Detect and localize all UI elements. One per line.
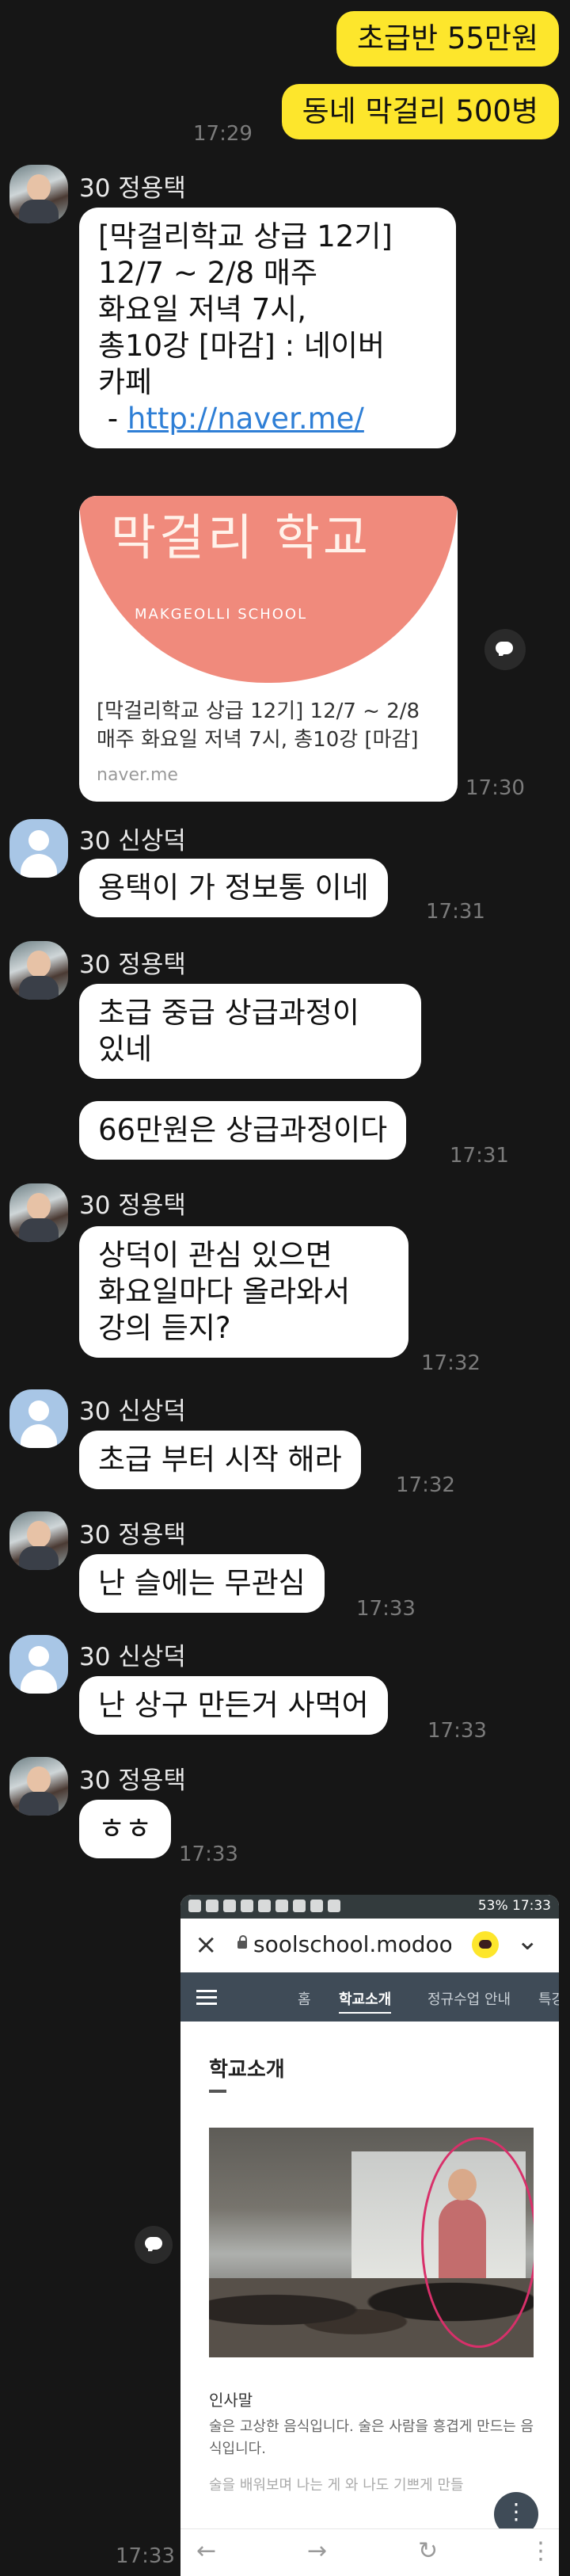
section-body: 술은 고상한 음식입니다. 술은 사람을 흥겹게 만드는 음식입니다. 술을 배…	[209, 2416, 542, 2497]
nav-item-special: 특강	[538, 1991, 559, 2008]
message-bubble[interactable]: 초급 중급 상급과정이 있네	[79, 984, 421, 1079]
phone-status-bar: 53% 17:33	[180, 1895, 559, 1919]
message-line: 총10강 [마감] : 네이버	[98, 329, 385, 363]
message-line: 강의 듣지?	[98, 1311, 231, 1345]
message-time: 17:30	[466, 776, 525, 800]
message-line: 화요일 저녁 7시,	[98, 292, 307, 326]
avatar[interactable]	[10, 1183, 68, 1242]
reload-icon: ↻	[418, 2537, 439, 2565]
card-image: 막걸리 학교 MAKGEOLLI SCHOOL	[79, 496, 458, 683]
sender-name: 30 정용택	[79, 174, 186, 203]
message-bubble[interactable]: ㅎㅎ	[79, 1800, 172, 1858]
message-bubble[interactable]: [막걸리학교 상급 12기] 12/7 ~ 2/8 매주 화요일 저녁 7시, …	[79, 208, 456, 448]
nav-item-classes: 정규수업 안내	[428, 1991, 511, 2008]
message-time: 17:33	[179, 1842, 238, 1866]
message-line: 초급 중급 상급과정이	[98, 996, 359, 1030]
card-domain: naver.me	[97, 765, 178, 785]
card-logo-en: MAKGEOLLI SCHOOL	[135, 606, 308, 623]
avatar[interactable]	[10, 819, 68, 878]
page-title: 학교소개	[209, 2058, 285, 2082]
body-text: 술은 고상한 음식입니다. 술은 사람을 흥겹게 만드는 음식입니다.	[209, 2418, 534, 2457]
sender-name: 30 정용택	[79, 1766, 186, 1795]
card-logo: 막걸리 학교	[111, 509, 371, 566]
more-icon: ⋮	[529, 2537, 553, 2565]
browser-url-bar: × soolschool.modoo.at ⌄	[180, 1919, 559, 1973]
avatar[interactable]	[10, 1635, 68, 1694]
site-nav: 홈 학교소개 정규수업 안내 특강	[180, 1972, 559, 2022]
kakao-icon	[472, 1931, 499, 1958]
message-time: 17:31	[450, 1144, 509, 1168]
nav-item-about: 학교소개	[339, 1988, 392, 2014]
share-icon[interactable]	[135, 2226, 173, 2264]
divider	[209, 2090, 226, 2093]
message-line: 카페	[98, 365, 153, 399]
message-time: 17:33	[428, 1719, 487, 1743]
lock-icon	[238, 1935, 247, 1949]
message-bubble[interactable]: 용택이 가 정보통 이네	[79, 859, 388, 917]
section-title: 인사말	[209, 2391, 253, 2410]
link-prefix: -	[98, 402, 127, 436]
nav-item-home: 홈	[298, 1991, 311, 2008]
avatar[interactable]	[10, 1511, 68, 1570]
message-bubble[interactable]: 상덕이 관심 있으면 화요일마다 올라와서 강의 듣지?	[79, 1226, 408, 1358]
message-time: 17:33	[116, 2544, 175, 2568]
avatar[interactable]	[10, 941, 68, 1000]
message-bubble[interactable]: 난 슬에는 무관심	[79, 1554, 325, 1613]
image-message[interactable]: 53% 17:33 × soolschool.modoo.at ⌄ 홈 학교소개…	[180, 1895, 559, 2576]
sender-name: 30 신상덕	[79, 1397, 186, 1426]
message-line: 상덕이 관심 있으면	[98, 1238, 332, 1272]
outgoing-bubble[interactable]: 초급반 55만원	[336, 11, 559, 67]
sender-name: 30 정용택	[79, 1191, 186, 1220]
message-time: 17:29	[193, 122, 253, 146]
message-line: 12/7 ~ 2/8 매주	[98, 256, 317, 290]
back-icon: ←	[196, 2537, 217, 2565]
avatar[interactable]	[10, 165, 68, 223]
forward-icon: →	[307, 2537, 328, 2565]
message-time: 17:32	[396, 1473, 455, 1497]
menu-icon	[196, 1990, 217, 1992]
message-time: 17:31	[426, 900, 485, 924]
message-line: [막걸리학교 상급 12기]	[98, 219, 393, 253]
chevron-down-icon: ⌄	[516, 1925, 539, 1957]
message-line: - http://naver.me/	[98, 401, 437, 437]
message-link[interactable]: http://naver.me/	[127, 402, 364, 436]
browser-bottom-bar: ← → ↻ ⋮	[180, 2528, 559, 2576]
outgoing-bubble[interactable]: 동네 막걸리 500병	[281, 84, 559, 139]
circle-annotation	[421, 2137, 534, 2348]
avatar[interactable]	[10, 1389, 68, 1448]
message-bubble[interactable]: 난 상구 만든거 사먹어	[79, 1676, 388, 1735]
close-icon: ×	[195, 1929, 218, 1961]
message-line: 있네	[98, 1032, 153, 1066]
message-time: 17:32	[421, 1351, 481, 1375]
avatar[interactable]	[10, 1757, 68, 1816]
message-bubble[interactable]: 66만원은 상급과정이다	[79, 1101, 407, 1160]
body-text: 술을 배워보며 나는 게 와 나도 기쁘게 만들	[209, 2477, 464, 2494]
link-preview-card[interactable]: 막걸리 학교 MAKGEOLLI SCHOOL [막걸리학교 상급 12기] 1…	[79, 496, 458, 802]
battery-clock: 53% 17:33	[477, 1898, 551, 1914]
class-photo	[209, 2128, 534, 2357]
card-title: [막걸리학교 상급 12기] 12/7 ~ 2/8 매주 화요일 저녁 7시, …	[97, 699, 420, 752]
sender-name: 30 신상덕	[79, 1643, 186, 1671]
sender-name: 30 정용택	[79, 1521, 186, 1549]
url-text: soolschool.modoo.at	[253, 1931, 451, 1957]
message-time: 17:33	[356, 1597, 416, 1621]
message-bubble[interactable]: 초급 부터 시작 해라	[79, 1431, 361, 1489]
notification-icons	[188, 1900, 340, 1912]
sender-name: 30 신상덕	[79, 827, 186, 855]
message-line: 화요일마다 올라와서	[98, 1275, 351, 1309]
share-icon[interactable]	[484, 629, 526, 670]
sender-name: 30 정용택	[79, 951, 186, 979]
